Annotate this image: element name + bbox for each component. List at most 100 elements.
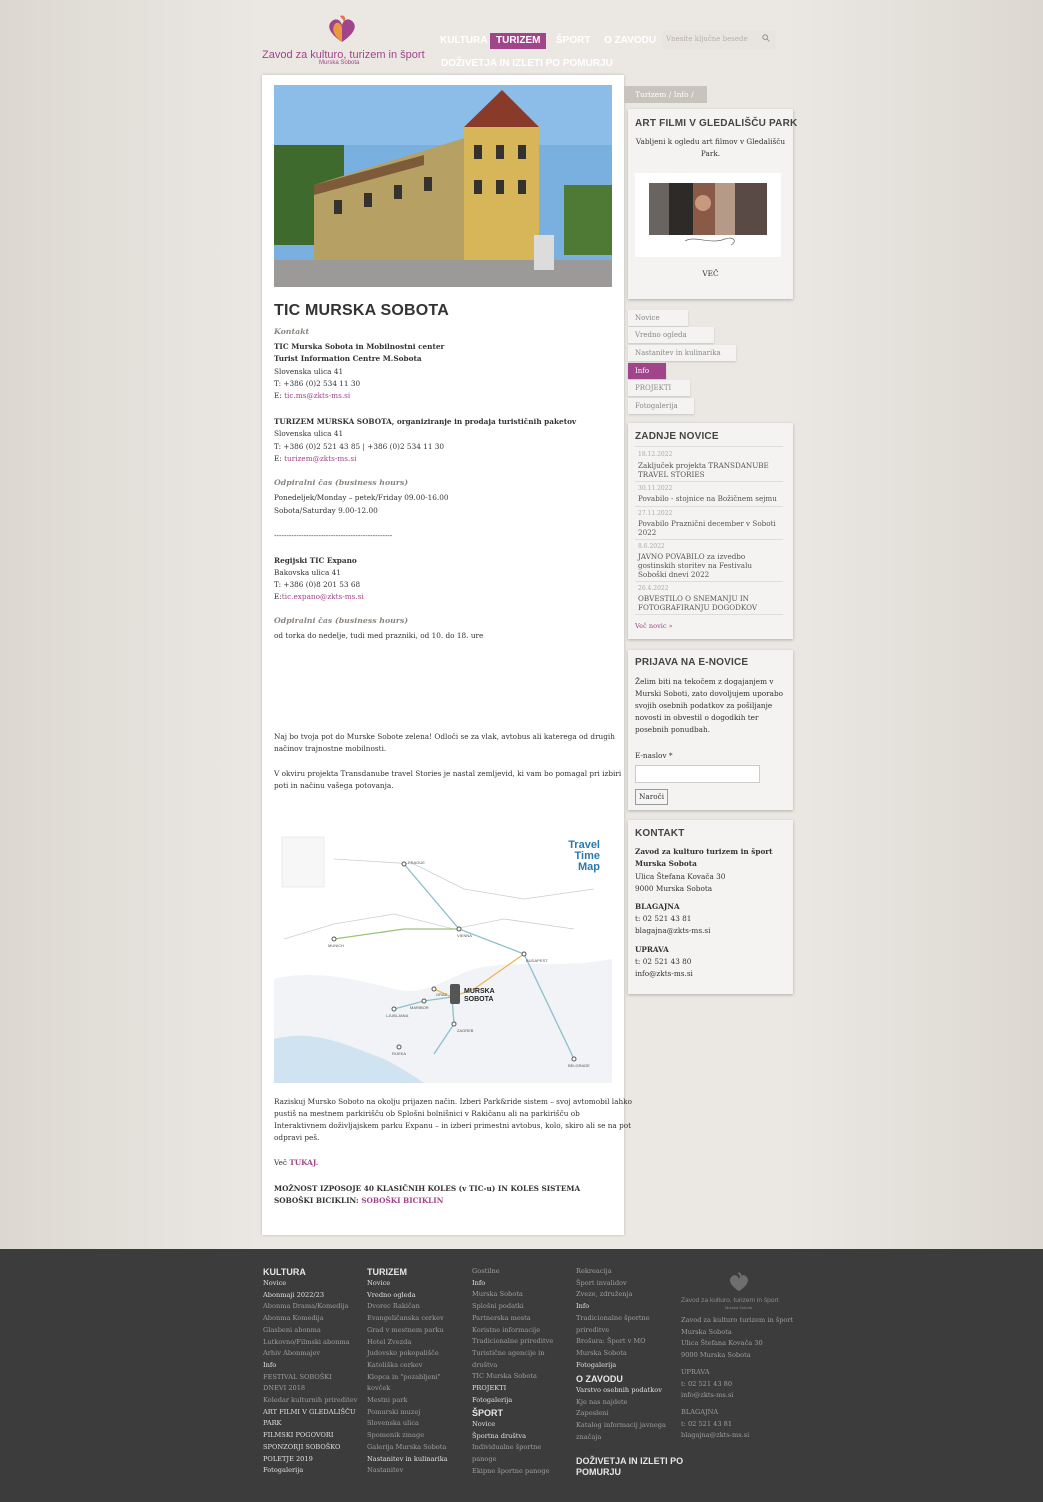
nav-o-zavodu[interactable]: O ZAVODU	[604, 33, 656, 49]
footer-link[interactable]: Grad v mestnem parku	[367, 1325, 448, 1337]
tab-projekti[interactable]: PROJEKTI	[628, 380, 690, 396]
footer-link[interactable]: Evangeličanska cerkev	[367, 1313, 448, 1325]
footer-link[interactable]: ART FILMI V GLEDALIŠČU	[263, 1407, 357, 1419]
footer-link[interactable]: Tradicionalne prireditve	[472, 1336, 553, 1348]
footer-link[interactable]: Info	[576, 1301, 650, 1313]
footer-link[interactable]: DNEVI 2018	[263, 1383, 357, 1395]
footer-link[interactable]: Abonma Drama/Komedija	[263, 1301, 357, 1313]
vec-tukaj-link[interactable]: TUKAJ.	[289, 1158, 318, 1167]
footer-link[interactable]: Katoliška cerkev	[367, 1360, 448, 1372]
footer-link[interactable]: Individualne športne	[472, 1442, 550, 1454]
footer-blagajna-email[interactable]: blagajna@zkts-ms.si	[681, 1430, 793, 1442]
footer-link[interactable]: Brošura: Šport v MO	[576, 1336, 650, 1348]
footer-link[interactable]: Novice	[263, 1278, 357, 1290]
footer-link[interactable]: Hotel Zvezda	[367, 1337, 448, 1349]
footer-link[interactable]: Fotogalerija	[472, 1395, 553, 1407]
tic-email-link[interactable]: tic.ms@zkts-ms.si	[284, 391, 350, 400]
footer-link[interactable]: Gostilne	[472, 1266, 553, 1278]
nav-sport[interactable]: ŠPORT	[556, 33, 590, 49]
expano-email-link[interactable]: tic.expano@zkts-ms.si	[282, 592, 364, 601]
footer-link[interactable]: Galerija Murska Sobota	[367, 1442, 448, 1454]
footer-link[interactable]: POLETJE 2019	[263, 1454, 357, 1466]
more-news-link[interactable]: Več novic »	[635, 622, 673, 630]
footer-link[interactable]: Novice	[367, 1278, 448, 1290]
footer-link[interactable]: prireditve	[576, 1325, 650, 1337]
footer-uprava-email[interactable]: info@zkts-ms.si	[681, 1390, 793, 1402]
art-films-title[interactable]: ART FILMI V GLEDALIŠČU PARK	[635, 118, 797, 129]
news-item-link[interactable]: Povabilo Praznični december v Soboti 2022	[638, 519, 776, 537]
blagajna-email-link[interactable]: blagajna@zkts-ms.si	[635, 925, 710, 937]
breadcrumb[interactable]: Turizem / Info /	[624, 86, 707, 103]
nav-kultura[interactable]: KULTURA	[440, 33, 488, 49]
footer-link[interactable]: Zaposleni	[576, 1408, 666, 1420]
footer-link[interactable]: Koledar kulturnih prireditev	[263, 1395, 357, 1407]
footer-link[interactable]: Zveze, združenja	[576, 1289, 650, 1301]
footer-link[interactable]: Arhiv Abonmajev	[263, 1348, 357, 1360]
footer-link[interactable]: Nastanitev	[367, 1465, 448, 1477]
news-item-link[interactable]: OBVESTILO O SNEMANJU IN FOTOGRAFIRANJU DO…	[638, 594, 757, 612]
nav-dozivetja[interactable]: DOŽIVETJA IN IZLETI PO POMURJU	[441, 58, 613, 69]
footer-link[interactable]: Info	[472, 1278, 553, 1290]
footer-link[interactable]: Glasbeni abonma	[263, 1325, 357, 1337]
footer-link[interactable]: PARK	[263, 1418, 357, 1430]
search-icon[interactable]	[762, 34, 770, 42]
footer-zavod-title[interactable]: O ZAVODU	[576, 1374, 623, 1384]
biciklin-link[interactable]: SOBOŠKI BICIKLIN	[361, 1196, 443, 1205]
footer-link[interactable]: Slovenska ulica	[367, 1418, 448, 1430]
footer-link[interactable]: Splošni podatki	[472, 1301, 553, 1313]
tab-vredno-ogleda[interactable]: Vredno ogleda	[628, 327, 714, 343]
footer-link[interactable]: Nastanitev in kulinarika	[367, 1454, 448, 1466]
footer-link[interactable]: Koristne informacije	[472, 1325, 553, 1337]
footer-link[interactable]: Judovsko pokopališče	[367, 1348, 448, 1360]
footer-link[interactable]: Katalog informacij javnega	[576, 1420, 666, 1432]
subscribe-button[interactable]: Naroči	[635, 789, 669, 805]
footer-link[interactable]: Abonma Komedija	[263, 1313, 357, 1325]
footer-link[interactable]: panoge	[472, 1454, 550, 1466]
news-item-link[interactable]: Povabilo - stojnice na Božičnem sejmu	[638, 494, 777, 503]
footer-link[interactable]: Tradicionalne športne	[576, 1313, 650, 1325]
footer-link[interactable]: Kje nas najdete	[576, 1397, 666, 1409]
footer-link[interactable]: Klopca in "pozabljeni"	[367, 1372, 448, 1384]
footer-sport-title[interactable]: ŠPORT	[472, 1408, 503, 1418]
footer-link[interactable]: FILMSKI POGOVORI	[263, 1430, 357, 1442]
footer-link[interactable]: Partnerska mesta	[472, 1313, 553, 1325]
email-field[interactable]	[635, 765, 760, 783]
uprava-email-link[interactable]: info@zkts-ms.si	[635, 968, 693, 980]
footer-link[interactable]: Novice	[472, 1419, 550, 1431]
footer-link[interactable]: Ekipne športne panoge	[472, 1466, 550, 1478]
tab-novice[interactable]: Novice	[628, 310, 688, 326]
footer-link[interactable]: Mestni park	[367, 1395, 448, 1407]
footer-link[interactable]: Turistične agencije in	[472, 1348, 553, 1360]
footer-link[interactable]: značaja	[576, 1432, 666, 1444]
news-item-link[interactable]: Zaključek projekta TRANSDANUBE TRAVEL STO…	[638, 461, 769, 479]
footer-link[interactable]: Rekreacija	[576, 1266, 650, 1278]
footer-link[interactable]: Lutkovno/Filmski abonma	[263, 1337, 357, 1349]
news-item-link[interactable]: JAVNO POVABILO za izvedbo gostinskih stor…	[638, 552, 752, 579]
footer-link[interactable]: kovček	[367, 1383, 448, 1395]
footer-link[interactable]: Abonmaji 2022/23	[263, 1290, 357, 1302]
footer-link[interactable]: Spomenik zmage	[367, 1430, 448, 1442]
footer-link[interactable]: Varstvo osebnih podatkov	[576, 1385, 666, 1397]
footer-link[interactable]: PROJEKTI	[472, 1383, 553, 1395]
tab-fotogalerija[interactable]: Fotogalerija	[628, 398, 694, 414]
footer-link[interactable]: Info	[263, 1360, 357, 1372]
tab-info[interactable]: Info	[628, 363, 666, 379]
footer-turizem-title[interactable]: TURIZEM	[367, 1267, 407, 1277]
footer-kultura-title[interactable]: KULTURA	[263, 1267, 306, 1277]
footer-dozivetja-title[interactable]: DOŽIVETJA IN IZLETI PO POMURJU	[576, 1456, 683, 1478]
art-films-more-link[interactable]: VEČ	[628, 268, 793, 280]
footer-link[interactable]: Pomurski muzej	[367, 1407, 448, 1419]
footer-link[interactable]: TIC Murska Sobota	[472, 1371, 553, 1383]
footer-link[interactable]: društva	[472, 1360, 553, 1372]
footer-link[interactable]: Vredno ogleda	[367, 1290, 448, 1302]
logo-icon[interactable]	[322, 12, 362, 46]
footer-link[interactable]: Murska Sobota	[472, 1289, 553, 1301]
art-films-image[interactable]	[635, 173, 781, 257]
footer-link[interactable]: FESTIVAL SOBOŠKI	[263, 1372, 357, 1384]
turizem-email-link[interactable]: turizem@zkts-ms.si	[284, 454, 356, 463]
footer-link[interactable]: Fotogalerija	[576, 1360, 650, 1372]
footer-link[interactable]: Murska Sobota	[576, 1348, 650, 1360]
footer-link[interactable]: Športna društva	[472, 1431, 550, 1443]
nav-turizem[interactable]: TURIZEM	[490, 33, 547, 49]
search-input[interactable]: Vnesite ključne besede	[662, 31, 776, 49]
